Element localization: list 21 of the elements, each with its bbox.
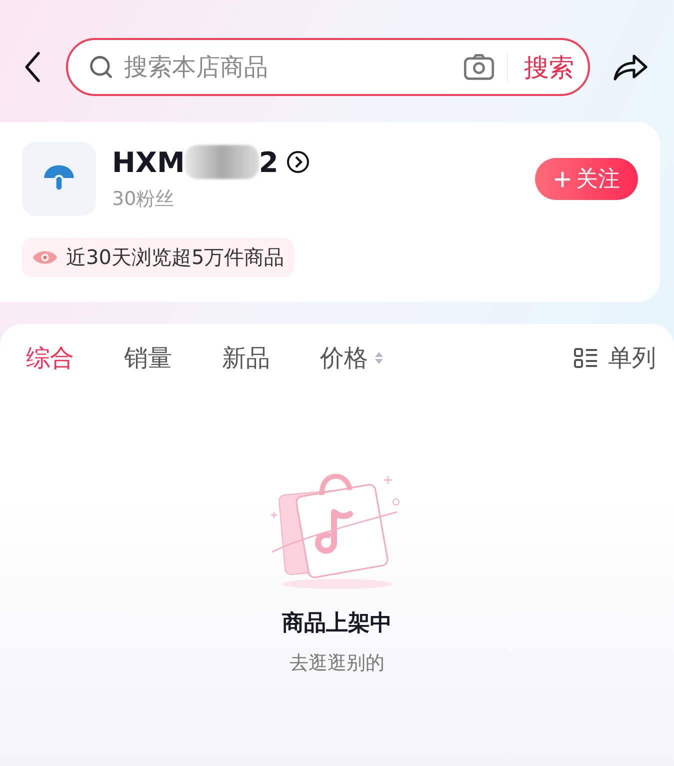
camera-icon[interactable] [463,53,495,81]
follower-count: 30粉丝 [112,187,176,212]
sort-tab[interactable]: 销量 [124,342,172,374]
sort-tab[interactable]: 综合 [26,342,74,374]
search-icon [88,54,114,80]
plus-icon [553,170,572,188]
chevron-circle-icon[interactable] [286,150,310,174]
search-button[interactable]: 搜索 [520,50,578,84]
search-field[interactable]: 搜索本店商品 搜索 [66,38,590,96]
sort-icon [374,351,384,365]
store-name: HXM [112,146,185,178]
browse-text: 近30天浏览超5万件商品 [66,244,284,271]
follow-button[interactable]: 关注 [535,158,638,200]
store-name: 2 [258,146,278,178]
share-icon[interactable] [612,52,648,82]
list-icon [574,347,598,369]
layout-toggle[interactable]: 单列 [574,342,656,374]
empty-title: 商品上架中 [282,610,392,638]
sort-tab[interactable]: 价格 [320,342,384,374]
sort-tab[interactable]: 新品 [222,342,270,374]
empty-subtitle: 去逛逛别的 [290,651,384,676]
